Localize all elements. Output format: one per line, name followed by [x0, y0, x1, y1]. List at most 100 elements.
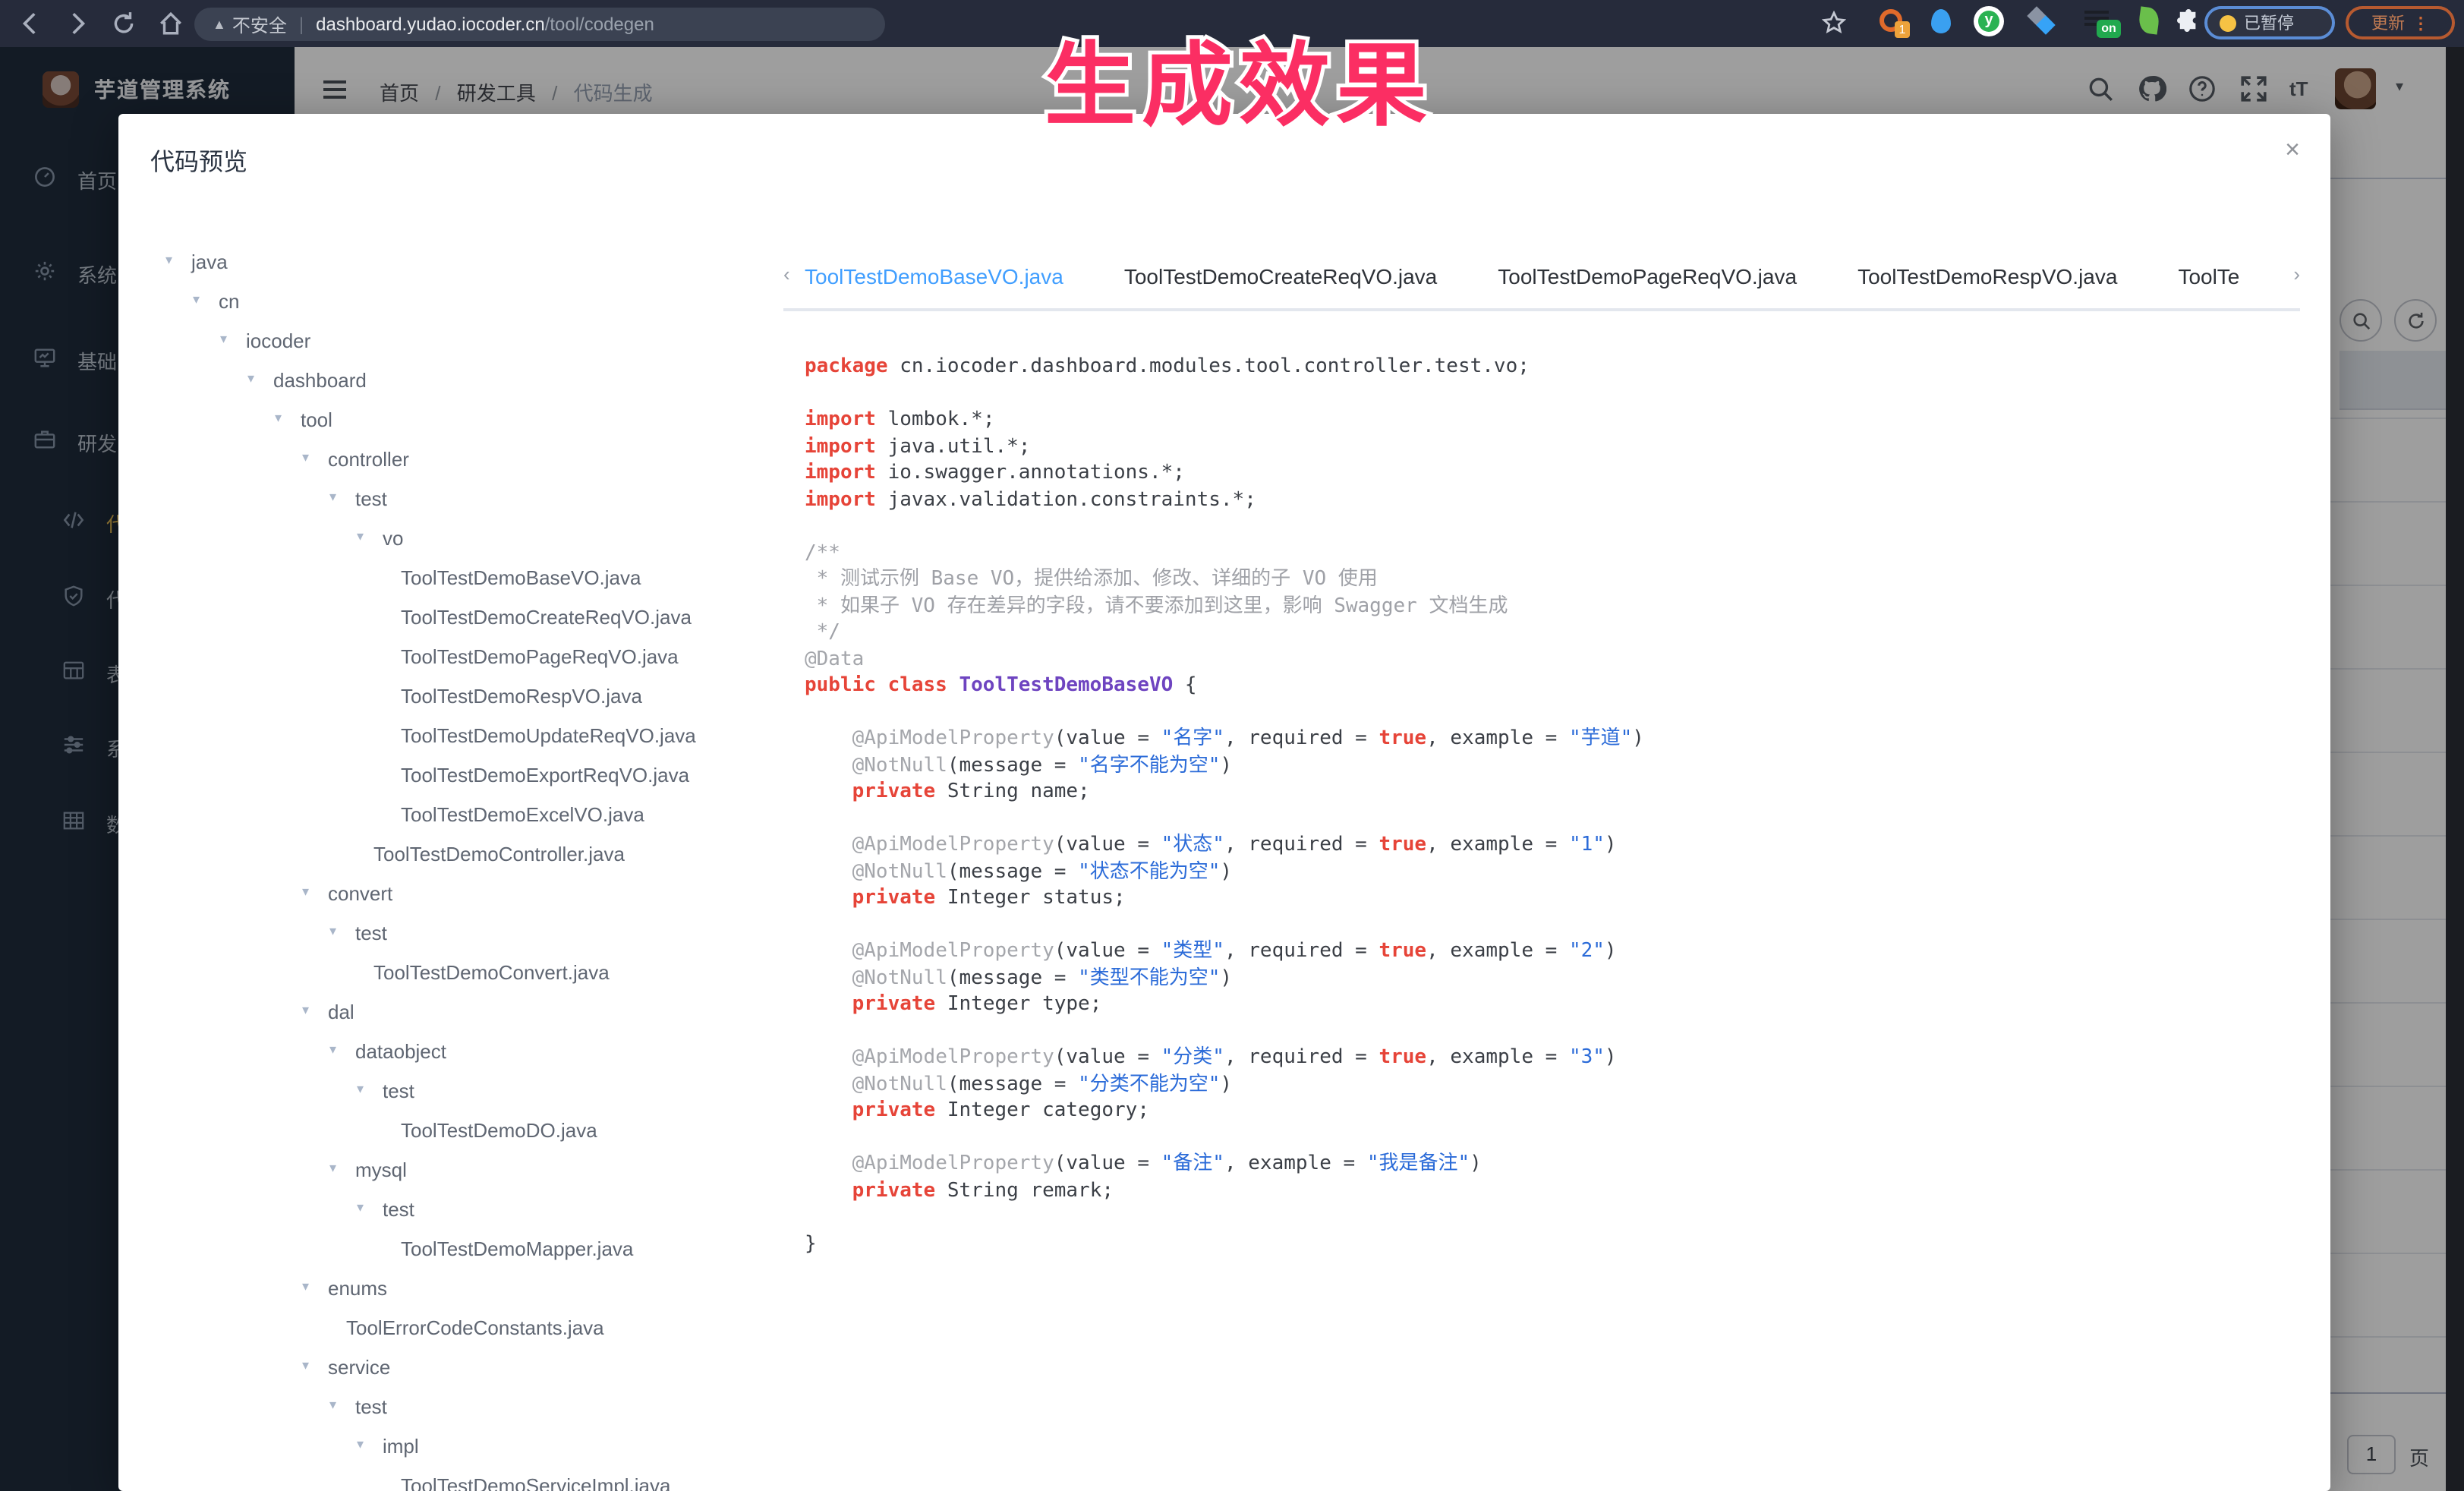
code-viewer[interactable]: package cn.iocoder.dashboard.modules.too… [805, 354, 2315, 1485]
tree-folder-test[interactable]: ▾test [149, 478, 786, 518]
caret-down-icon[interactable]: ▾ [329, 1159, 348, 1176]
tree-file-ToolTestDemoConvert.java[interactable]: ToolTestDemoConvert.java [149, 952, 786, 991]
code-line: @ApiModelProperty(value = "分类", required… [805, 1045, 2315, 1071]
tree-folder-vo[interactable]: ▾vo [149, 518, 786, 557]
tree-file-ToolTestDemoRespVO.java[interactable]: ToolTestDemoRespVO.java [149, 676, 786, 715]
code-line [805, 513, 2315, 540]
tree-folder-test[interactable]: ▾test [149, 913, 786, 952]
emoji-face-icon [2220, 14, 2236, 31]
tree-file-ToolTestDemoExcelVO.java[interactable]: ToolTestDemoExcelVO.java [149, 794, 786, 834]
tree-folder-impl[interactable]: ▾impl [149, 1426, 786, 1465]
chrome-update-button[interactable]: 更新 ⋮ [2346, 6, 2455, 39]
caret-down-icon[interactable]: ▾ [357, 528, 375, 544]
tabs-scroll-right-icon[interactable]: › [2293, 263, 2300, 285]
caret-down-icon[interactable]: ▾ [329, 1041, 348, 1058]
caret-down-icon[interactable]: ▾ [247, 370, 266, 386]
tab-ToolTestDemoPageReqVO.java[interactable]: ToolTestDemoPageReqVO.java [1498, 247, 1797, 308]
browser-menu-icon[interactable]: ⋮ [2412, 13, 2429, 33]
caret-down-icon[interactable]: ▾ [193, 291, 211, 307]
tab-ToolTe[interactable]: ToolTe [2178, 247, 2239, 308]
code-line: @ApiModelProperty(value = "状态", required… [805, 832, 2315, 859]
code-line: } [805, 1231, 2315, 1257]
reload-icon[interactable] [111, 11, 137, 36]
tree-folder-test[interactable]: ▾test [149, 1189, 786, 1228]
code-line: * 如果子 VO 存在差异的字段，请不要添加到这里，影响 Swagger 文档生… [805, 593, 2315, 619]
tab-ToolTestDemoCreateReqVO.java[interactable]: ToolTestDemoCreateReqVO.java [1124, 247, 1437, 308]
bookmark-star-icon[interactable] [1822, 11, 1848, 36]
code-line [805, 380, 2315, 407]
caret-down-icon[interactable]: ▾ [302, 449, 320, 465]
tree-file-ToolTestDemoPageReqVO.java[interactable]: ToolTestDemoPageReqVO.java [149, 636, 786, 676]
extension-badge: 1 [1895, 21, 1910, 38]
close-icon[interactable]: × [2285, 135, 2300, 165]
tree-folder-dashboard[interactable]: ▾dashboard [149, 360, 786, 399]
caret-down-icon[interactable]: ▾ [302, 1001, 320, 1018]
tree-file-ToolTestDemoCreateReqVO.java[interactable]: ToolTestDemoCreateReqVO.java [149, 597, 786, 636]
tree-folder-convert[interactable]: ▾convert [149, 873, 786, 913]
tree-file-ToolTestDemoDO.java[interactable]: ToolTestDemoDO.java [149, 1110, 786, 1149]
caret-down-icon[interactable]: ▾ [329, 1396, 348, 1413]
tree-file-ToolTestDemoUpdateReqVO.java[interactable]: ToolTestDemoUpdateReqVO.java [149, 715, 786, 755]
caret-down-icon[interactable]: ▾ [302, 883, 320, 900]
caret-down-icon[interactable]: ▾ [302, 1278, 320, 1294]
url-domain[interactable]: dashboard.yudao.iocoder.cn [316, 14, 545, 35]
code-line: @Data [805, 646, 2315, 673]
tree-folder-cn[interactable]: ▾cn [149, 281, 786, 320]
caret-down-icon[interactable]: ▾ [357, 1436, 375, 1452]
tree-file-ToolErrorCodeConstants.java[interactable]: ToolErrorCodeConstants.java [149, 1307, 786, 1347]
extensions-puzzle-icon[interactable] [2177, 9, 2200, 32]
tabs-scroll-left-icon[interactable]: ‹ [783, 263, 790, 285]
tree-folder-java[interactable]: ▾java [149, 241, 786, 281]
tree-folder-enums[interactable]: ▾enums [149, 1268, 786, 1307]
code-line: package cn.iocoder.dashboard.modules.too… [805, 354, 2315, 380]
file-tabs: ToolTestDemoBaseVO.java ToolTestDemoCreat… [805, 247, 2279, 308]
url-path[interactable]: /tool/codegen [545, 14, 654, 35]
recording-paused-pill[interactable]: 已暂停 [2204, 6, 2335, 39]
tree-file-ToolTestDemoServiceImpl.java[interactable]: ToolTestDemoServiceImpl.java [149, 1465, 786, 1491]
tree-folder-tool[interactable]: ▾tool [149, 399, 786, 439]
code-line: import lombok.*; [805, 407, 2315, 433]
tree-folder-test[interactable]: ▾test [149, 1070, 786, 1110]
code-line: @ApiModelProperty(value = "类型", required… [805, 938, 2315, 965]
code-preview-dialog: 代码预览 × ▾java▾cn▾iocoder▾dashboard▾tool▾c… [118, 114, 2330, 1491]
code-line: /** [805, 540, 2315, 566]
tree-folder-dataobject[interactable]: ▾dataobject [149, 1031, 786, 1070]
extension-leaf-icon[interactable] [2138, 6, 2160, 34]
code-line: private String remark; [805, 1177, 2315, 1204]
caret-down-icon[interactable]: ▾ [329, 488, 348, 505]
home-icon[interactable] [158, 11, 184, 36]
file-tree: ▾java▾cn▾iocoder▾dashboard▾tool▾controll… [149, 241, 786, 1491]
tab-ToolTestDemoBaseVO.java[interactable]: ToolTestDemoBaseVO.java [805, 247, 1063, 308]
tree-folder-controller[interactable]: ▾controller [149, 439, 786, 478]
tree-folder-dal[interactable]: ▾dal [149, 991, 786, 1031]
back-icon[interactable] [18, 11, 44, 36]
code-line: import io.swagger.annotations.*; [805, 460, 2315, 487]
caret-down-icon[interactable]: ▾ [302, 1357, 320, 1373]
caret-down-icon[interactable]: ▾ [357, 1080, 375, 1097]
extension-drop-icon[interactable] [1931, 9, 1951, 33]
caret-down-icon[interactable]: ▾ [275, 409, 293, 426]
code-line: * 测试示例 Base VO，提供给添加、修改、详细的子 VO 使用 [805, 566, 2315, 593]
forward-icon[interactable] [64, 11, 90, 36]
extension-on-badge: on [2097, 20, 2121, 38]
extension-y-icon[interactable]: y [1978, 11, 1999, 32]
code-line: private Integer status; [805, 885, 2315, 912]
tree-file-ToolTestDemoBaseVO.java[interactable]: ToolTestDemoBaseVO.java [149, 557, 786, 597]
not-secure-label[interactable]: 不安全 [232, 11, 287, 37]
code-line: @NotNull(message = "类型不能为空") [805, 965, 2315, 991]
caret-down-icon[interactable]: ▾ [357, 1199, 375, 1215]
caret-down-icon[interactable]: ▾ [220, 330, 238, 347]
code-line: @ApiModelProperty(value = "名字", required… [805, 726, 2315, 752]
tree-file-ToolTestDemoController.java[interactable]: ToolTestDemoController.java [149, 834, 786, 873]
tab-ToolTestDemoRespVO.java[interactable]: ToolTestDemoRespVO.java [1857, 247, 2117, 308]
caret-down-icon[interactable]: ▾ [329, 922, 348, 939]
address-bar[interactable]: ▲ 不安全 | dashboard.yudao.iocoder.cn/tool/… [194, 8, 885, 41]
tree-file-ToolTestDemoMapper.java[interactable]: ToolTestDemoMapper.java [149, 1228, 786, 1268]
tree-folder-iocoder[interactable]: ▾iocoder [149, 320, 786, 360]
tree-folder-test[interactable]: ▾test [149, 1386, 786, 1426]
code-line [805, 805, 2315, 832]
tree-folder-mysql[interactable]: ▾mysql [149, 1149, 786, 1189]
tree-file-ToolTestDemoExportReqVO.java[interactable]: ToolTestDemoExportReqVO.java [149, 755, 786, 794]
tree-folder-service[interactable]: ▾service [149, 1347, 786, 1386]
caret-down-icon[interactable]: ▾ [165, 251, 184, 268]
